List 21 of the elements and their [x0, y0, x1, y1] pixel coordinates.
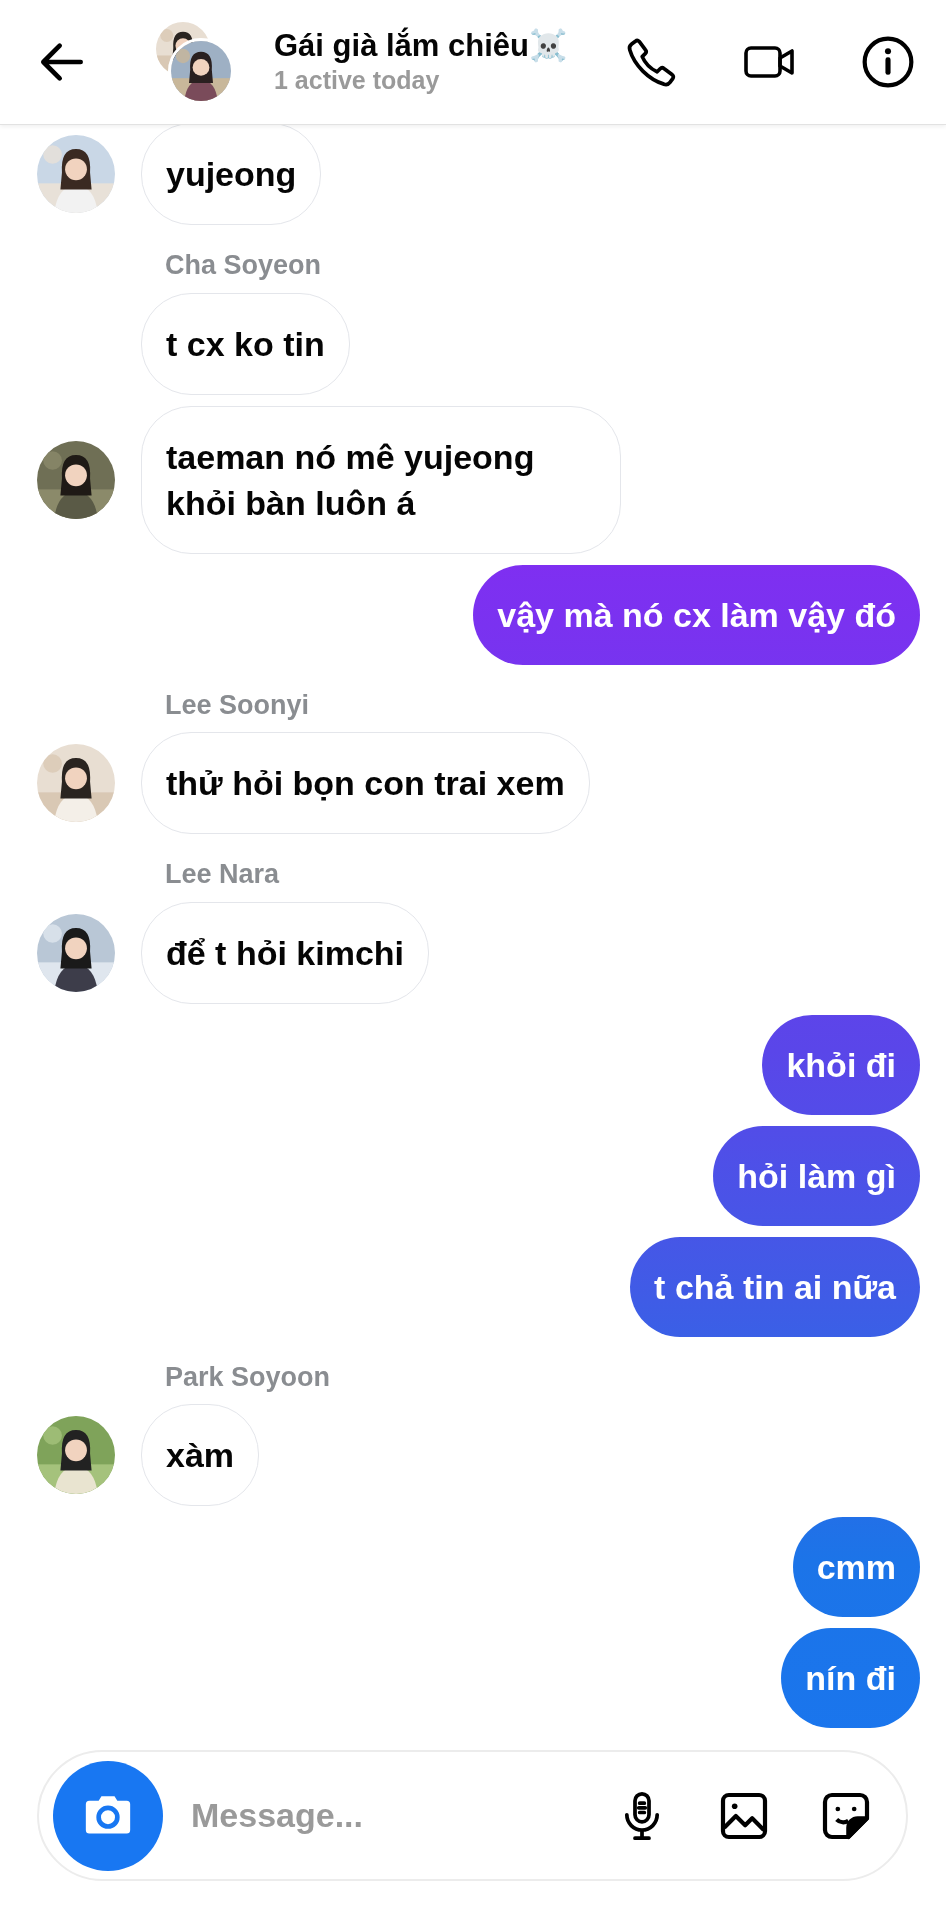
outgoing-message: cmm: [792, 1517, 920, 1617]
outgoing-message: vậy mà nó cx làm vậy đó: [473, 564, 920, 665]
sender-name: Lee Soonyi: [164, 688, 311, 722]
incoming-message: để t hỏi kimchi: [141, 901, 430, 1004]
sender-name: Park Soyoon: [164, 1360, 332, 1393]
sender-name: Lee Nara: [164, 858, 281, 891]
incoming-message: thử hỏi bọn con trai xem: [141, 732, 590, 835]
incoming-message: t cx ko tin: [141, 292, 350, 395]
incoming-message: xàm: [141, 1404, 260, 1506]
outgoing-message: hỏi làm gì: [713, 1125, 920, 1226]
chat-title: Gái già lắm chiêu☠: [274, 27, 569, 65]
outgoing-message: t chả tin ai nữa: [630, 1236, 920, 1337]
sender-name: Cha Soyeon: [164, 249, 323, 282]
active-status: 1 active today: [274, 65, 441, 97]
incoming-message: taeman nó mê yujeong khỏi bàn luôn á: [141, 405, 621, 554]
outgoing-message: khỏi đi: [762, 1014, 920, 1115]
message-field[interactable]: Message...: [189, 1789, 614, 1842]
info-icon[interactable]: [860, 34, 916, 90]
outgoing-message: nín đi: [781, 1628, 920, 1728]
camera-button[interactable]: [53, 1760, 163, 1871]
incoming-message: yujeong: [141, 125, 322, 226]
